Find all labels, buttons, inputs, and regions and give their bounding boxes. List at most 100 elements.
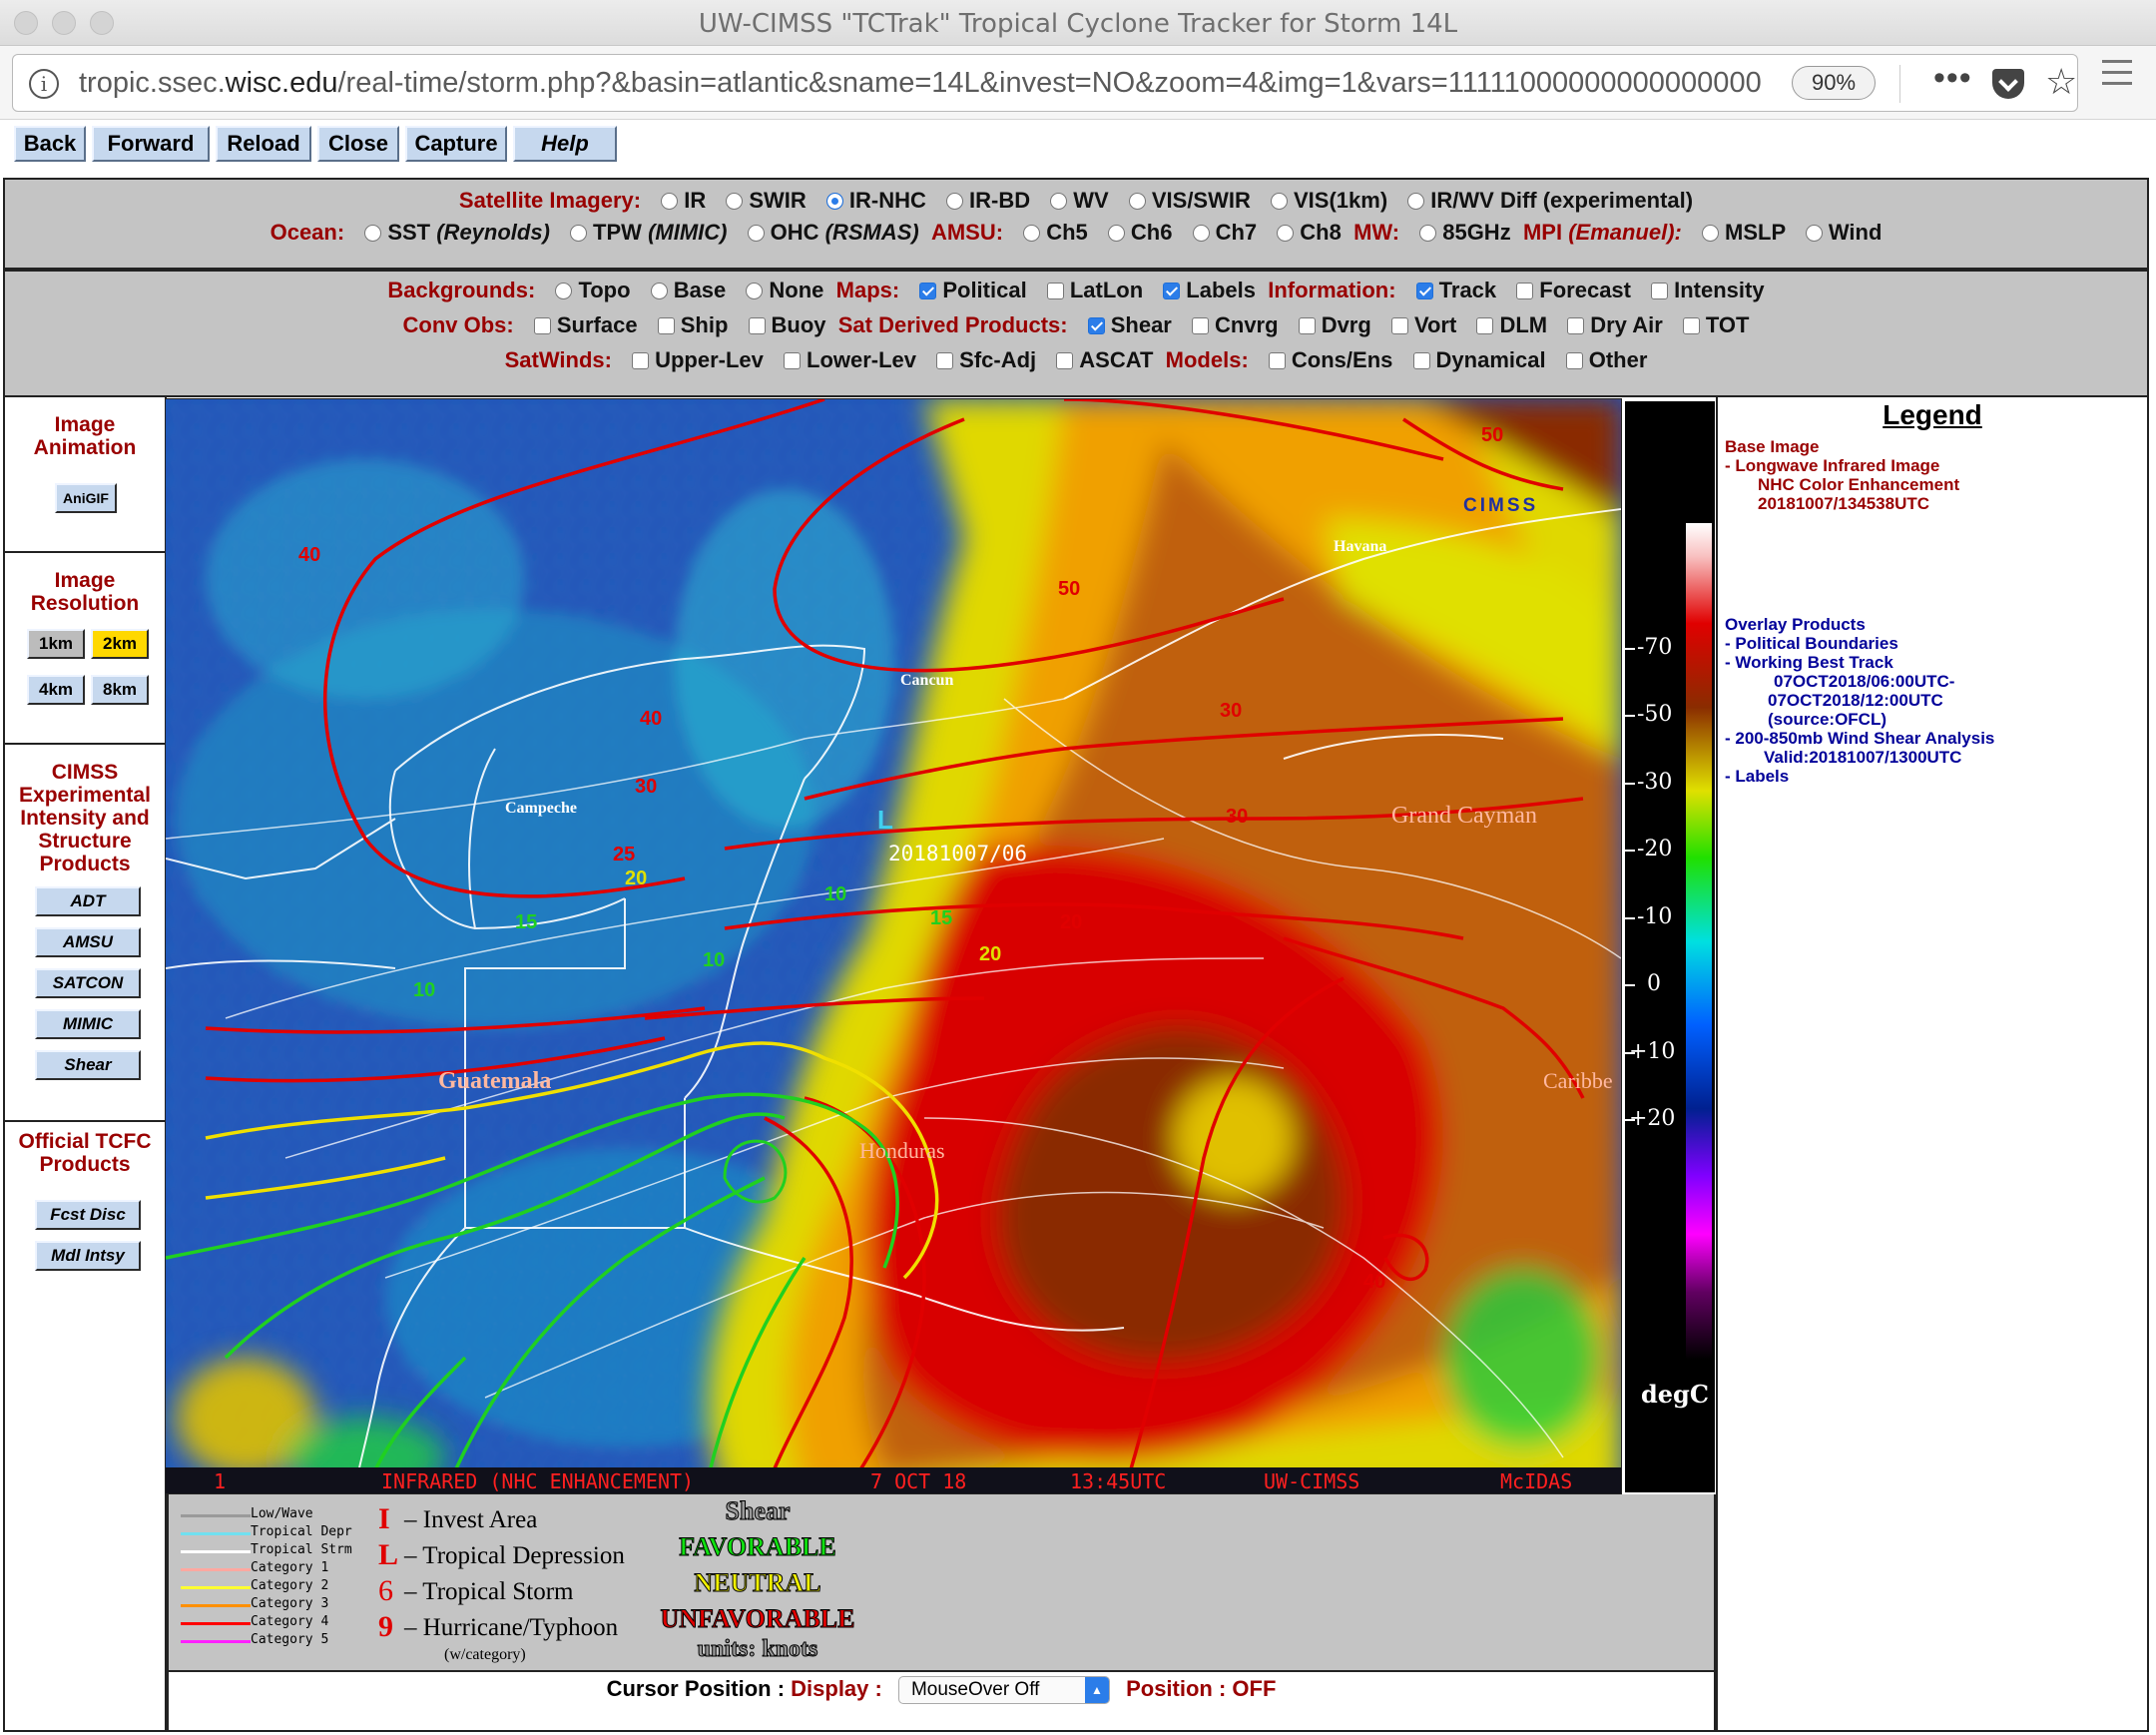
- radio-topo[interactable]: [555, 283, 573, 299]
- check-latlon[interactable]: [1046, 283, 1064, 299]
- res-4km-button[interactable]: 4km: [27, 675, 85, 705]
- option-dry-air: Dry Air: [1590, 312, 1663, 337]
- colorbar-tick: [1625, 715, 1635, 717]
- option-latlon: LatLon: [1069, 278, 1144, 302]
- info-icon[interactable]: i: [29, 69, 59, 99]
- check-intensity[interactable]: [1651, 283, 1669, 299]
- mimic-button[interactable]: MIMIC: [35, 1009, 141, 1039]
- shear-button[interactable]: Shear: [35, 1050, 141, 1080]
- forward-button[interactable]: Forward: [92, 126, 210, 162]
- zoom-level-badge[interactable]: 90%: [1792, 66, 1876, 100]
- option-85ghz: 85GHz: [1442, 220, 1511, 245]
- radio-none[interactable]: [746, 283, 764, 299]
- radio-wind[interactable]: [1805, 225, 1823, 242]
- pocket-icon[interactable]: [1992, 69, 2024, 99]
- check-dynamical[interactable]: [1412, 352, 1430, 369]
- check-ascat[interactable]: [1056, 352, 1074, 369]
- option-ir: IR: [684, 188, 707, 213]
- contour-label: 30: [1220, 700, 1242, 722]
- resolution-section: Image Resolution 1km 2km 4km 8km: [5, 553, 165, 745]
- option-ship: Ship: [680, 312, 729, 337]
- check-ship[interactable]: [657, 317, 675, 334]
- option-cnvrg: Cnvrg: [1215, 312, 1279, 337]
- key-label: Tropical Depr: [251, 1524, 352, 1539]
- radio-wv[interactable]: [1050, 193, 1068, 210]
- check-shear[interactable]: [1087, 317, 1105, 334]
- anigif-button[interactable]: AniGIF: [55, 483, 117, 513]
- url-separator: [1899, 65, 1900, 103]
- check-dry-air[interactable]: [1567, 317, 1585, 334]
- fcst-disc-button[interactable]: Fcst Disc: [35, 1200, 141, 1230]
- amsu-button[interactable]: AMSU: [35, 927, 141, 957]
- radio-ch7[interactable]: [1192, 225, 1210, 242]
- check-sfc-adj[interactable]: [936, 352, 954, 369]
- close-button[interactable]: Close: [317, 126, 399, 162]
- radio-ir-bd[interactable]: [946, 193, 964, 210]
- radio-ir[interactable]: [661, 193, 679, 210]
- satcon-button[interactable]: SATCON: [35, 968, 141, 998]
- option-vort: Vort: [1413, 312, 1457, 337]
- radio-vis-1km[interactable]: [1271, 193, 1288, 210]
- capture-button[interactable]: Capture: [405, 126, 507, 162]
- mouseover-select[interactable]: MouseOver Off ▲: [897, 1676, 1110, 1705]
- res-2km-button[interactable]: 2km: [91, 629, 149, 659]
- convobs-row: Conv Obs: Surface Ship Buoy Sat Derived …: [5, 312, 2147, 338]
- back-button[interactable]: Back: [14, 126, 86, 162]
- help-button[interactable]: Help: [513, 126, 617, 162]
- more-actions-icon[interactable]: •••: [1933, 59, 1972, 98]
- check-labels[interactable]: [1163, 283, 1181, 299]
- legend-overlay-line: - Labels: [1725, 767, 1790, 786]
- radio-tpw[interactable]: [570, 225, 588, 242]
- radio-ohc[interactable]: [747, 225, 765, 242]
- radio-sst[interactable]: [364, 225, 382, 242]
- radio-mslp[interactable]: [1702, 225, 1719, 242]
- check-tot[interactable]: [1682, 317, 1700, 334]
- bookmark-star-icon[interactable]: ☆: [2045, 61, 2077, 103]
- check-forecast[interactable]: [1516, 283, 1534, 299]
- check-upper-lev[interactable]: [632, 352, 650, 369]
- place-label-guatemala: Guatemala: [438, 1068, 551, 1094]
- radio-ir-wv-diff[interactable]: [1407, 193, 1425, 210]
- mpi-label: MPI: [1522, 220, 1563, 245]
- colorbar-label: +20: [1629, 1106, 1676, 1131]
- check-cnvrg[interactable]: [1192, 317, 1209, 334]
- radio-vis-swir[interactable]: [1128, 193, 1146, 210]
- footer-date: 7 OCT 18: [870, 1469, 966, 1493]
- radio-swir[interactable]: [726, 193, 744, 210]
- url-text[interactable]: tropic.ssec.wisc.edu/real-time/storm.php…: [79, 67, 1776, 101]
- colorbar-label: -20: [1637, 837, 1673, 862]
- url-bar[interactable]: i tropic.ssec.wisc.edu/real-time/storm.p…: [12, 54, 2078, 112]
- radio-base[interactable]: [650, 283, 668, 299]
- mdl-intsy-button[interactable]: Mdl Intsy: [35, 1241, 141, 1271]
- check-buoy[interactable]: [748, 317, 766, 334]
- res-8km-button[interactable]: 8km: [91, 675, 149, 705]
- reload-button[interactable]: Reload: [216, 126, 311, 162]
- key-label: Low/Wave: [251, 1506, 313, 1521]
- satellite-image[interactable]: 40 40 40 50 50 30 30 30 25 20 20 20 15 1…: [165, 398, 1622, 1494]
- check-vort[interactable]: [1390, 317, 1408, 334]
- adt-button[interactable]: ADT: [35, 886, 141, 916]
- check-political[interactable]: [919, 283, 937, 299]
- check-dlm[interactable]: [1476, 317, 1494, 334]
- hamburger-menu-icon[interactable]: [2102, 60, 2132, 93]
- check-other[interactable]: [1565, 352, 1583, 369]
- res-1km-button[interactable]: 1km: [27, 629, 85, 659]
- check-track[interactable]: [1415, 283, 1433, 299]
- contour-label: 40: [640, 708, 662, 730]
- radio-ir-nhc[interactable]: [825, 193, 843, 210]
- check-surface[interactable]: [533, 317, 551, 334]
- radio-ch5[interactable]: [1023, 225, 1041, 242]
- check-lower-lev[interactable]: [784, 352, 801, 369]
- cimss-section: CIMSS Experimental Intensity and Structu…: [5, 745, 165, 1122]
- place-label-havana: Havana: [1334, 538, 1386, 555]
- ohc-source: (RSMAS): [824, 220, 919, 245]
- radio-85ghz[interactable]: [1419, 225, 1437, 242]
- radio-ch6[interactable]: [1107, 225, 1125, 242]
- legend-overlay-line: Valid:20181007/1300UTC: [1764, 748, 1962, 767]
- check-dvrg[interactable]: [1298, 317, 1316, 334]
- tcfc-section: Official TCFC Products Fcst Disc Mdl Int…: [5, 1122, 165, 1732]
- radio-ch8[interactable]: [1277, 225, 1295, 242]
- url-path: /real-time/storm.php?&basin=atlantic&sna…: [337, 67, 1762, 99]
- shear-neutral: NEUTRAL: [694, 1568, 821, 1598]
- check-cons-ens[interactable]: [1268, 352, 1286, 369]
